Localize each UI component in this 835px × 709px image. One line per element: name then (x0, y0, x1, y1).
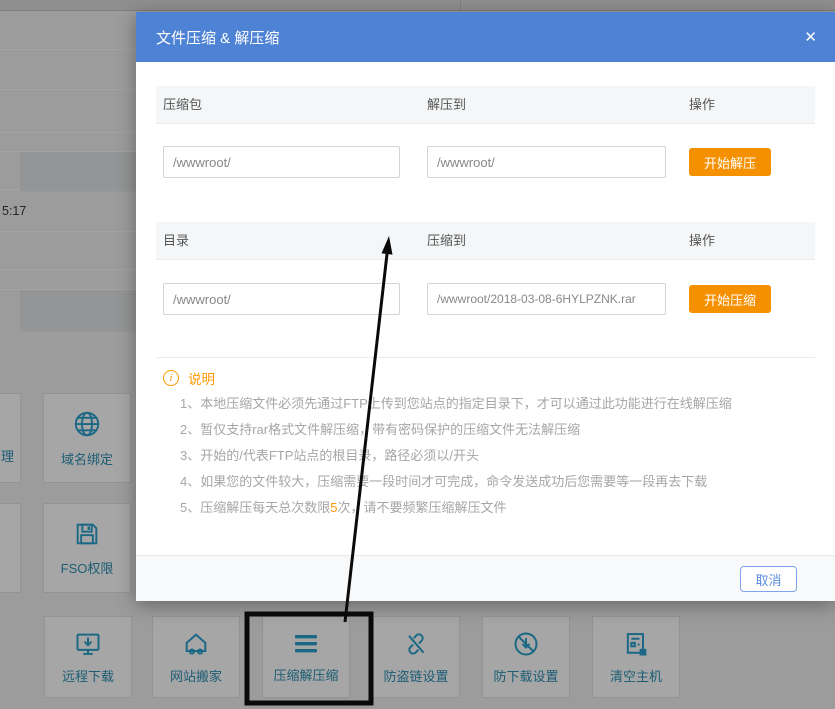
column-label-compress-to: 压缩到 (427, 222, 466, 259)
dialog-header: 文件压缩 & 解压缩 ✕ (136, 12, 835, 62)
note-item-5-text: 5、压缩解压每天总次数限 (180, 500, 330, 515)
compress-header-row: 目录 压缩到 操作 (156, 222, 815, 260)
start-compress-button[interactable]: 开始压缩 (689, 285, 771, 313)
compress-dialog: 文件压缩 & 解压缩 ✕ 压缩包 解压到 操作 开始解压 目录 压缩到 操作 开… (136, 12, 835, 601)
column-label-directory: 目录 (163, 222, 189, 259)
notes-header: i 说明 (163, 368, 215, 388)
column-label-action: 操作 (689, 86, 715, 123)
dialog-title: 文件压缩 & 解压缩 (156, 27, 279, 48)
column-label-archive: 压缩包 (163, 86, 202, 123)
close-icon[interactable]: ✕ (800, 12, 821, 62)
cancel-button[interactable]: 取消 (740, 566, 797, 592)
dialog-footer: 取消 (136, 555, 835, 601)
decompress-header-row: 压缩包 解压到 操作 (156, 86, 815, 124)
archive-path-input[interactable] (163, 146, 400, 178)
notes-title: 说明 (188, 368, 215, 388)
note-item-1: 1、本地压缩文件必须先通过FTP上传到您站点的指定目录下，才可以通过此功能进行在… (180, 393, 732, 412)
start-decompress-button[interactable]: 开始解压 (689, 148, 771, 176)
info-icon: i (163, 370, 179, 386)
screen: 5:17 理 域名绑定 换 (0, 0, 835, 709)
note-item-2: 2、暂仅支持rar格式文件解压缩，带有密码保护的压缩文件无法解压缩 (180, 419, 580, 438)
column-label-extract-to: 解压到 (427, 86, 466, 123)
notes-divider (156, 357, 815, 358)
note-item-3: 3、开始的/代表FTP站点的根目录，路径必须以/开头 (180, 445, 479, 464)
note-item-4: 4、如果您的文件较大，压缩需要一段时间才可完成，命令发送成功后您需要等一段再去下… (180, 471, 707, 490)
directory-input[interactable] (163, 283, 400, 315)
note-item-5: 5、压缩解压每天总次数限5次，请不要频繁压缩解压文件 (180, 497, 506, 516)
extract-to-input[interactable] (427, 146, 666, 178)
note-item-5-suffix: 次，请不要频繁压缩解压文件 (337, 500, 506, 515)
compress-to-input[interactable] (427, 283, 666, 315)
column-label-action: 操作 (689, 222, 715, 259)
